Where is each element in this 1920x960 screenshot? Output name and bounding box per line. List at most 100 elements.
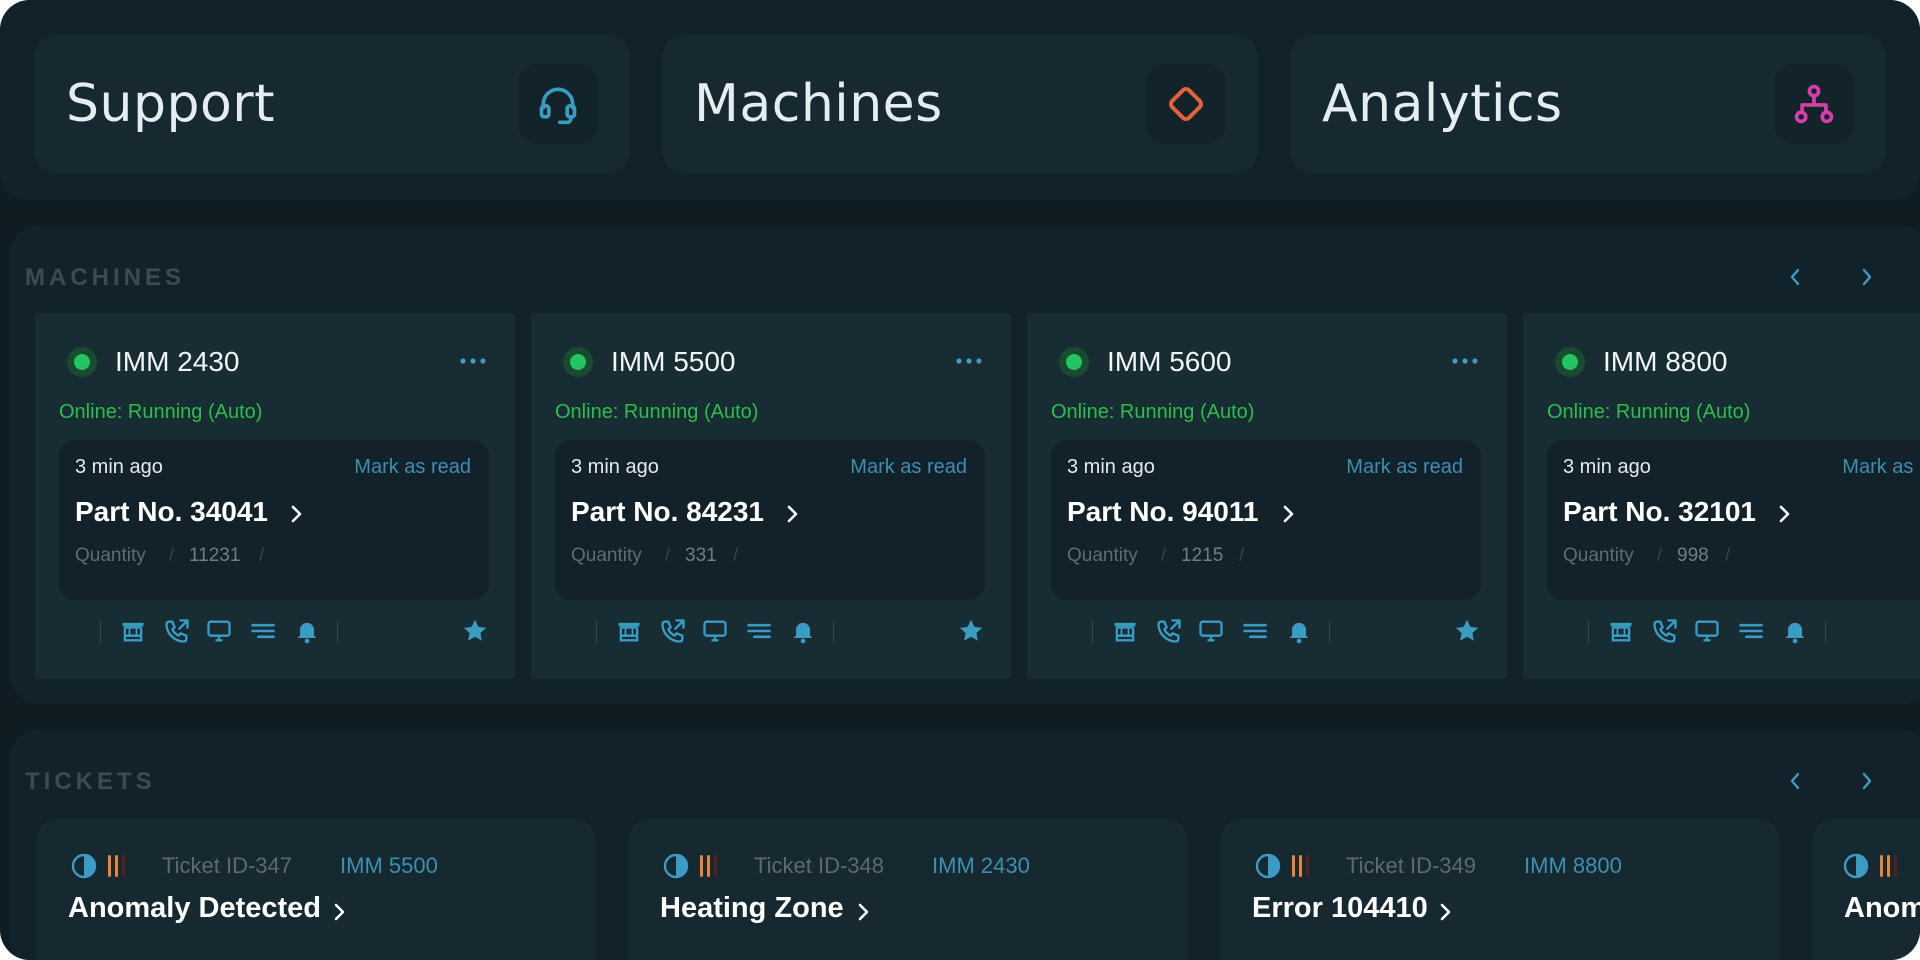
bell-icon[interactable] — [1285, 617, 1313, 645]
mark-as-read-link[interactable]: Mark as read — [1346, 456, 1463, 479]
quantity-value: 1215 — [1181, 545, 1224, 566]
bell-icon[interactable] — [1781, 617, 1809, 645]
star-icon[interactable] — [1453, 617, 1481, 645]
machine-name: IMM 2430 — [115, 346, 240, 377]
notification-panel: 3 min ago Mark as read Part No. 94011 Qu… — [1051, 440, 1481, 600]
monitor-icon[interactable] — [1693, 617, 1721, 645]
ticket-machine-link[interactable]: IMM 5500 — [340, 853, 438, 879]
machine-icon[interactable] — [1111, 617, 1139, 645]
top-nav: Support Machines Analytics — [0, 0, 1920, 200]
ticket-title[interactable]: Heating Zone — [660, 892, 844, 925]
monitor-icon[interactable] — [701, 617, 729, 645]
machine-icon[interactable] — [119, 617, 147, 645]
hierarchy-icon — [1774, 64, 1854, 144]
ticket-card[interactable]: Ticket ID-348 IMM 2430 Heating Zone — [628, 818, 1188, 960]
bell-icon[interactable] — [789, 617, 817, 645]
machine-actions — [1553, 613, 1920, 649]
notification-panel: 3 min ago Mark as read Part No. 84231 Qu… — [555, 440, 985, 600]
online-status-dot — [67, 347, 97, 377]
quantity-label: Quantity — [75, 545, 146, 566]
star-icon[interactable] — [461, 617, 489, 645]
list-icon[interactable] — [745, 617, 773, 645]
notification-panel: 3 min ago Mark as read Part No. 32101 Qu… — [1547, 440, 1920, 600]
mark-as-read-link[interactable]: Mark as read — [850, 456, 967, 479]
chevron-right-icon — [291, 505, 302, 523]
tickets-prev-button[interactable] — [1780, 766, 1810, 796]
separator: / — [733, 545, 739, 566]
ticket-title[interactable]: Anomaly Detected — [1844, 892, 1920, 925]
part-number-link[interactable]: Part No. 94011 — [1067, 496, 1258, 528]
machine-card[interactable]: IMM 5600 Online: Running (Auto) 3 min ag… — [1027, 313, 1507, 679]
ticket-card[interactable]: Ticket ID-347 IMM 5500 Anomaly Detected — [36, 818, 596, 960]
list-icon[interactable] — [1241, 617, 1269, 645]
half-circle-status-icon — [1843, 853, 1869, 879]
part-number-link[interactable]: Part No. 32101 — [1563, 496, 1756, 528]
phone-icon[interactable] — [163, 617, 191, 645]
machine-icon[interactable] — [1607, 617, 1635, 645]
chevron-right-icon — [1779, 505, 1790, 523]
half-circle-status-icon — [663, 853, 689, 879]
nav-card-machines[interactable]: Machines — [662, 34, 1258, 174]
separator: / — [665, 545, 671, 566]
notification-panel: 3 min ago Mark as read Part No. 34041 Qu… — [59, 440, 489, 600]
online-status-dot — [1555, 347, 1585, 377]
quantity-value: 11231 — [189, 545, 241, 566]
machine-card[interactable]: IMM 5500 Online: Running (Auto) 3 min ag… — [531, 313, 1011, 679]
separator: / — [1657, 545, 1663, 566]
quantity-label: Quantity — [571, 545, 642, 566]
list-icon[interactable] — [1737, 617, 1765, 645]
machine-actions — [65, 613, 495, 649]
ticket-title[interactable]: Anomaly Detected — [68, 892, 321, 925]
notification-time: 3 min ago — [571, 456, 659, 478]
star-icon[interactable] — [957, 617, 985, 645]
machine-status: Online: Running (Auto) — [555, 401, 759, 423]
phone-icon[interactable] — [1651, 617, 1679, 645]
machines-next-button[interactable] — [1852, 262, 1882, 292]
diamond-icon — [1146, 64, 1226, 144]
ticket-card[interactable]: Ticket ID-349 IMM 8800 Error 104410 — [1220, 818, 1780, 960]
machines-prev-button[interactable] — [1780, 262, 1810, 292]
online-status-dot — [563, 347, 593, 377]
notification-time: 3 min ago — [75, 456, 163, 478]
chevron-right-icon — [1440, 903, 1451, 921]
mark-as-read-link[interactable]: Mark as read — [354, 456, 471, 479]
ticket-machine-link[interactable]: IMM 8800 — [1524, 853, 1622, 879]
notification-time: 3 min ago — [1563, 456, 1651, 478]
machine-name: IMM 8800 — [1603, 346, 1728, 377]
phone-icon[interactable] — [1155, 617, 1183, 645]
mark-as-read-link[interactable]: Mark as read — [1842, 456, 1920, 479]
phone-icon[interactable] — [659, 617, 687, 645]
more-options-icon[interactable] — [955, 351, 983, 371]
separator: / — [1161, 545, 1167, 566]
nav-card-analytics[interactable]: Analytics — [1290, 34, 1886, 174]
ticket-card[interactable]: Anomaly Detected — [1812, 818, 1920, 960]
machine-icon[interactable] — [615, 617, 643, 645]
monitor-icon[interactable] — [205, 617, 233, 645]
machine-name: IMM 5600 — [1107, 346, 1232, 377]
bell-icon[interactable] — [293, 617, 321, 645]
online-status-dot — [1059, 347, 1089, 377]
ticket-machine-link[interactable]: IMM 2430 — [932, 853, 1030, 879]
priority-bars-icon — [1880, 855, 1897, 877]
nav-label-machines: Machines — [694, 74, 943, 134]
nav-label-support: Support — [66, 74, 276, 134]
separator: / — [1239, 545, 1245, 566]
ticket-title[interactable]: Error 104410 — [1252, 892, 1428, 925]
more-options-icon[interactable] — [1451, 351, 1479, 371]
monitor-icon[interactable] — [1197, 617, 1225, 645]
priority-bars-icon — [1292, 855, 1309, 877]
quantity-label: Quantity — [1067, 545, 1138, 566]
machine-card[interactable]: IMM 2430 Online: Running (Auto) 3 min ag… — [35, 313, 515, 679]
part-number-link[interactable]: Part No. 84231 — [571, 496, 764, 528]
more-options-icon[interactable] — [459, 351, 487, 371]
part-number-link[interactable]: Part No. 34041 — [75, 496, 268, 528]
machines-section-title: MACHINES — [25, 264, 186, 291]
quantity-value: 998 — [1677, 545, 1709, 566]
chevron-right-icon — [1283, 505, 1294, 523]
tickets-next-button[interactable] — [1852, 766, 1882, 796]
machine-card[interactable]: IMM 8800 Online: Running (Auto) 3 min ag… — [1523, 313, 1920, 679]
ticket-id: Ticket ID-347 — [162, 853, 293, 878]
list-icon[interactable] — [249, 617, 277, 645]
nav-card-support[interactable]: Support — [34, 34, 630, 174]
machine-actions — [561, 613, 991, 649]
